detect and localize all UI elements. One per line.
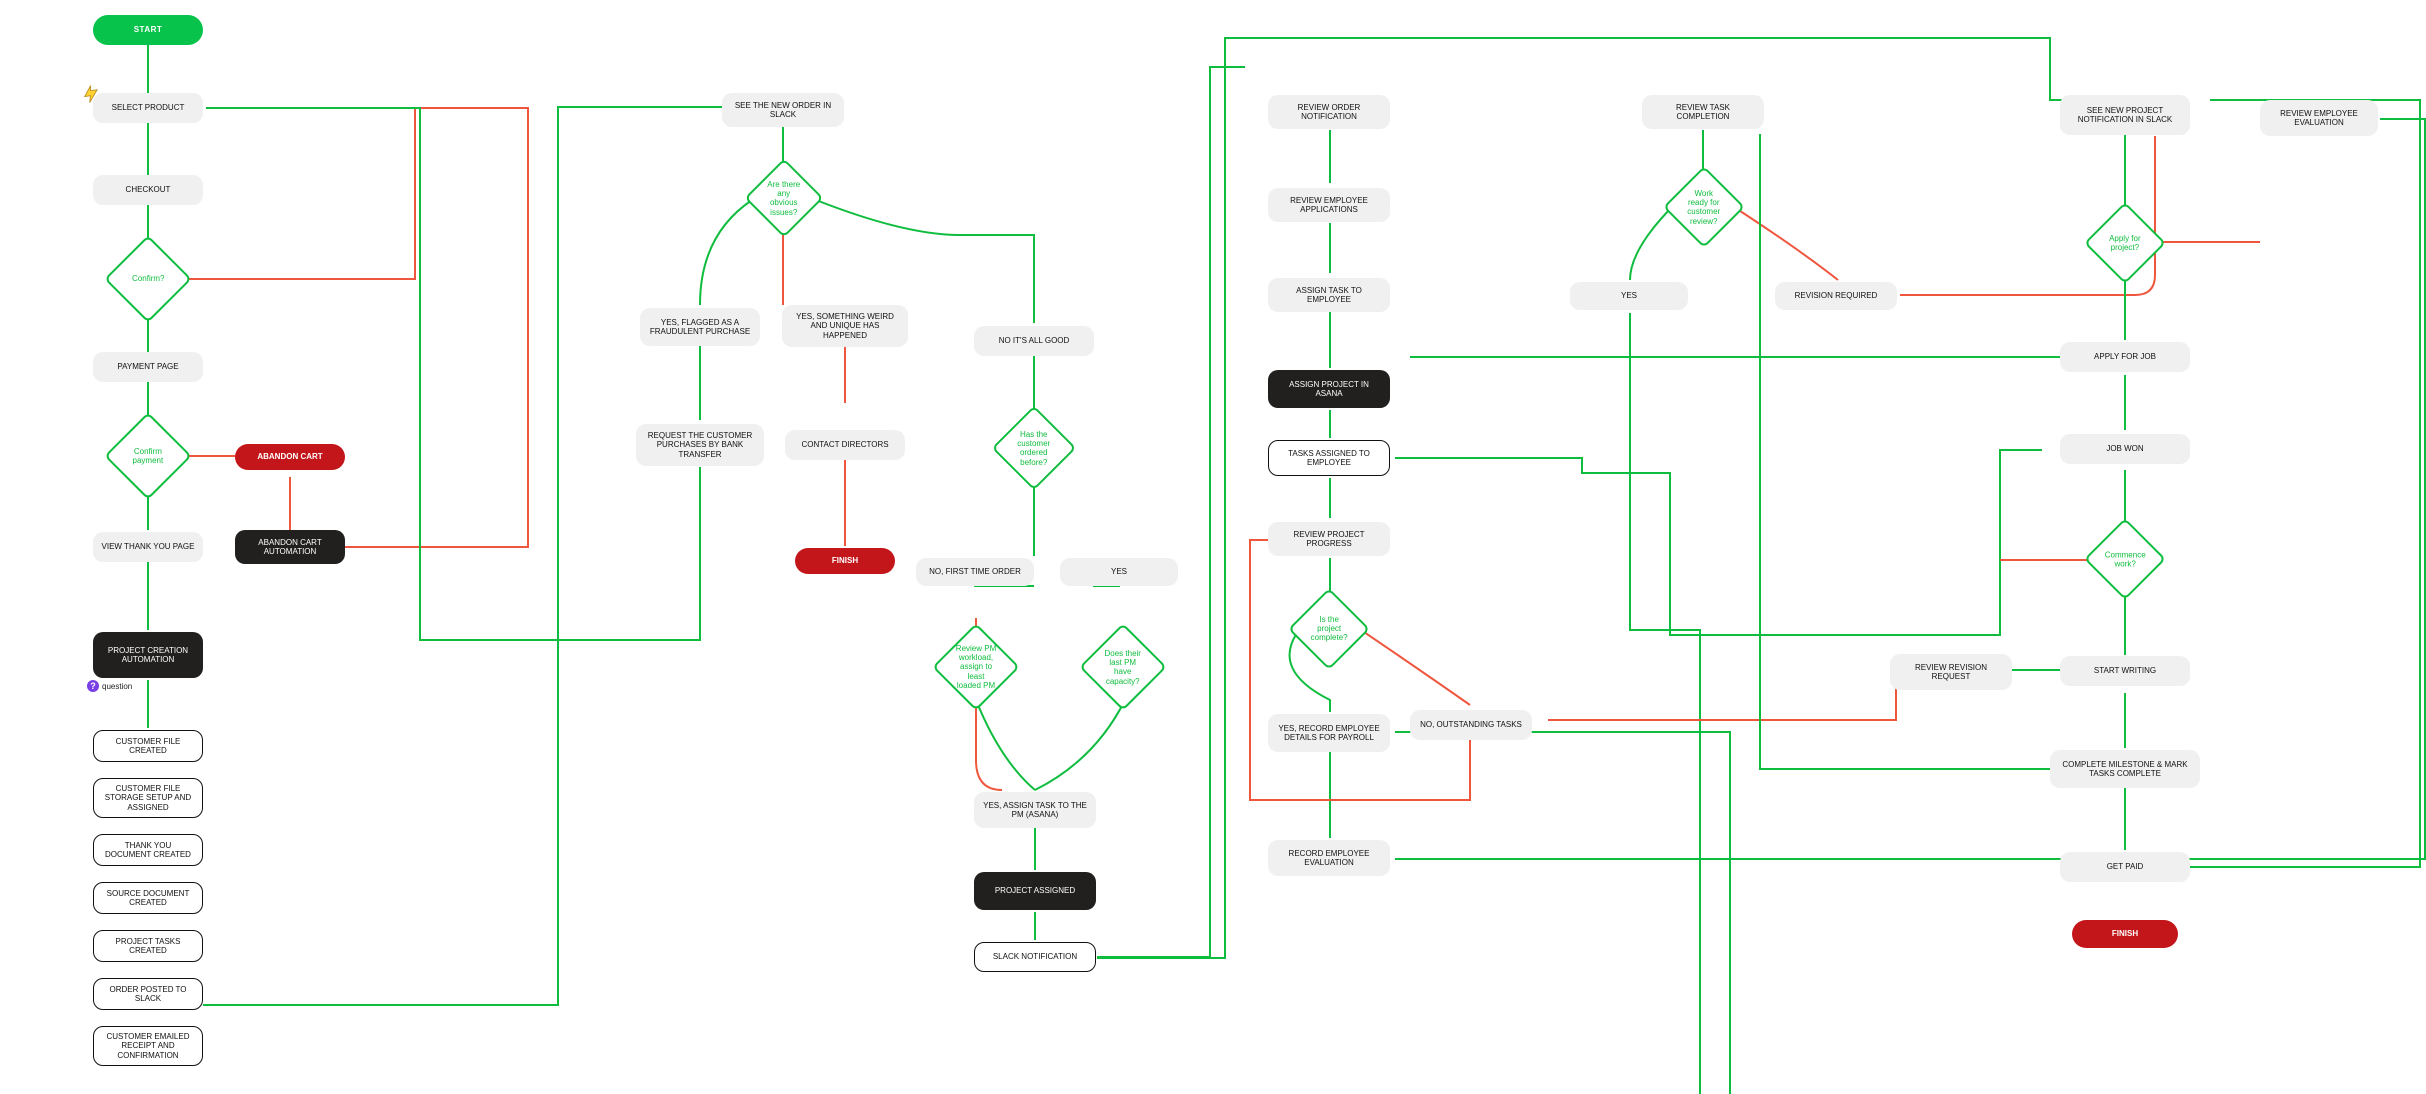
outstanding-tasks[interactable]: NO, OUTSTANDING TASKS — [1410, 710, 1532, 740]
project-complete-decision[interactable]: Is the project complete? — [1288, 588, 1370, 670]
customer-file-created[interactable]: CUSTOMER FILE CREATED — [93, 730, 203, 762]
payment-page[interactable]: PAYMENT PAGE — [93, 352, 203, 382]
ordered-before-decision[interactable]: Has the customer ordered before? — [992, 406, 1077, 491]
job-won[interactable]: JOB WON — [2060, 434, 2190, 464]
review-project-progress[interactable]: REVIEW PROJECT PROGRESS — [1268, 522, 1390, 556]
commence-work-decision[interactable]: Commence work? — [2084, 518, 2166, 600]
view-thank-you-page[interactable]: VIEW THANK YOU PAGE — [93, 532, 203, 562]
select-product[interactable]: SELECT PRODUCT — [93, 93, 203, 123]
thankyou-doc-created[interactable]: THANK YOU DOCUMENT CREATED — [93, 834, 203, 866]
question-badge-label: question — [102, 682, 132, 691]
work-ready-label: Work ready for customer review? — [1685, 189, 1723, 226]
something-weird[interactable]: YES, SOMETHING WEIRD AND UNIQUE HAS HAPP… — [782, 305, 908, 347]
confirm-payment-decision[interactable]: Confirm payment — [104, 412, 192, 500]
order-posted-slack[interactable]: ORDER POSTED TO SLACK — [93, 978, 203, 1010]
customer-file-storage[interactable]: CUSTOMER FILE STORAGE SETUP AND ASSIGNED — [93, 778, 203, 818]
question-icon: ? — [87, 680, 99, 692]
obvious-issues-decision[interactable]: Are there any obvious issues? — [744, 158, 823, 237]
assign-project-asana[interactable]: ASSIGN PROJECT IN ASANA — [1268, 370, 1390, 408]
director-finish[interactable]: FINISH — [795, 548, 895, 574]
review-employee-applications[interactable]: REVIEW EMPLOYEE APPLICATIONS — [1268, 188, 1390, 222]
request-bank-transfer[interactable]: REQUEST THE CUSTOMER PURCHASES BY BANK T… — [636, 424, 764, 466]
ordered-before-label: Has the customer ordered before? — [1014, 430, 1054, 467]
checkout[interactable]: CHECKOUT — [93, 175, 203, 205]
confirm-label: Confirm? — [127, 274, 169, 283]
apply-for-job[interactable]: APPLY FOR JOB — [2060, 342, 2190, 372]
project-tasks-created[interactable]: PROJECT TASKS CREATED — [93, 930, 203, 962]
record-payroll[interactable]: YES, RECORD EMPLOYEE DETAILS FOR PAYROLL — [1268, 714, 1390, 752]
review-pm-workload-decision[interactable]: Review PM workload, assign to least load… — [932, 623, 1020, 711]
review-employee-evaluation[interactable]: REVIEW EMPLOYEE EVALUATION — [2260, 100, 2378, 136]
connector-layer — [0, 0, 2426, 1094]
record-employee-evaluation[interactable]: RECORD EMPLOYEE EVALUATION — [1268, 840, 1390, 876]
assign-task-pm[interactable]: YES, ASSIGN TASK TO THE PM (ASANA) — [974, 792, 1096, 828]
start-writing[interactable]: START WRITING — [2060, 656, 2190, 686]
question-badge[interactable]: ?question — [87, 680, 132, 692]
review-order-notification[interactable]: REVIEW ORDER NOTIFICATION — [1268, 95, 1390, 129]
assign-task-employee[interactable]: ASSIGN TASK TO EMPLOYEE — [1268, 278, 1390, 312]
apply-project-label: Apply for project? — [2106, 234, 2144, 252]
project-complete-label: Is the project complete? — [1310, 615, 1348, 643]
project-assigned[interactable]: PROJECT ASSIGNED — [974, 872, 1096, 910]
tasks-assigned-employee[interactable]: TASKS ASSIGNED TO EMPLOYEE — [1268, 440, 1390, 476]
contact-directors[interactable]: CONTACT DIRECTORS — [785, 430, 905, 460]
employee-finish[interactable]: FINISH — [2072, 920, 2178, 948]
source-doc-created[interactable]: SOURCE DOCUMENT CREATED — [93, 882, 203, 914]
see-new-order-slack[interactable]: SEE THE NEW ORDER IN SLACK — [722, 93, 844, 127]
yes-branch[interactable]: YES — [1060, 558, 1178, 586]
see-new-project-slack[interactable]: SEE NEW PROJECT NOTIFICATION IN SLACK — [2060, 95, 2190, 135]
get-paid[interactable]: GET PAID — [2060, 852, 2190, 882]
work-ready-yes[interactable]: YES — [1570, 282, 1688, 310]
review-revision-request[interactable]: REVIEW REVISION REQUEST — [1890, 654, 2012, 690]
slack-notification[interactable]: SLACK NOTIFICATION — [974, 942, 1096, 972]
complete-milestone[interactable]: COMPLETE MILESTONE & MARK TASKS COMPLETE — [2050, 750, 2200, 788]
project-creation-automation[interactable]: PROJECT CREATION AUTOMATION — [93, 632, 203, 678]
confirm-decision[interactable]: Confirm? — [104, 235, 192, 323]
no-all-good[interactable]: NO IT'S ALL GOOD — [974, 326, 1094, 356]
revision-required[interactable]: REVISION REQUIRED — [1775, 282, 1897, 310]
abandon-cart-automation[interactable]: ABANDON CART AUTOMATION — [235, 530, 345, 564]
commence-work-label: Commence work? — [2105, 550, 2146, 568]
obvious-issues-label: Are there any obvious issues? — [766, 180, 802, 217]
first-time-order[interactable]: NO, FIRST TIME ORDER — [916, 558, 1034, 586]
review-pm-workload-label: Review PM workload, assign to least load… — [955, 644, 997, 690]
flagged-fraud[interactable]: YES, FLAGGED AS A FRAUDULENT PURCHASE — [640, 308, 760, 346]
customer-emailed-receipt[interactable]: CUSTOMER EMAILED RECEIPT AND CONFIRMATIO… — [93, 1026, 203, 1066]
last-pm-capacity-label: Does their last PM have capacity? — [1102, 649, 1144, 686]
apply-project-decision[interactable]: Apply for project? — [2084, 202, 2166, 284]
review-task-completion[interactable]: REVIEW TASK COMPLETION — [1642, 95, 1764, 129]
work-ready-decision[interactable]: Work ready for customer review? — [1663, 166, 1745, 248]
start-node[interactable]: START — [93, 15, 203, 45]
confirm-payment-label: Confirm payment — [127, 447, 169, 465]
last-pm-capacity-decision[interactable]: Does their last PM have capacity? — [1079, 623, 1167, 711]
abandon-cart[interactable]: ABANDON CART — [235, 444, 345, 470]
